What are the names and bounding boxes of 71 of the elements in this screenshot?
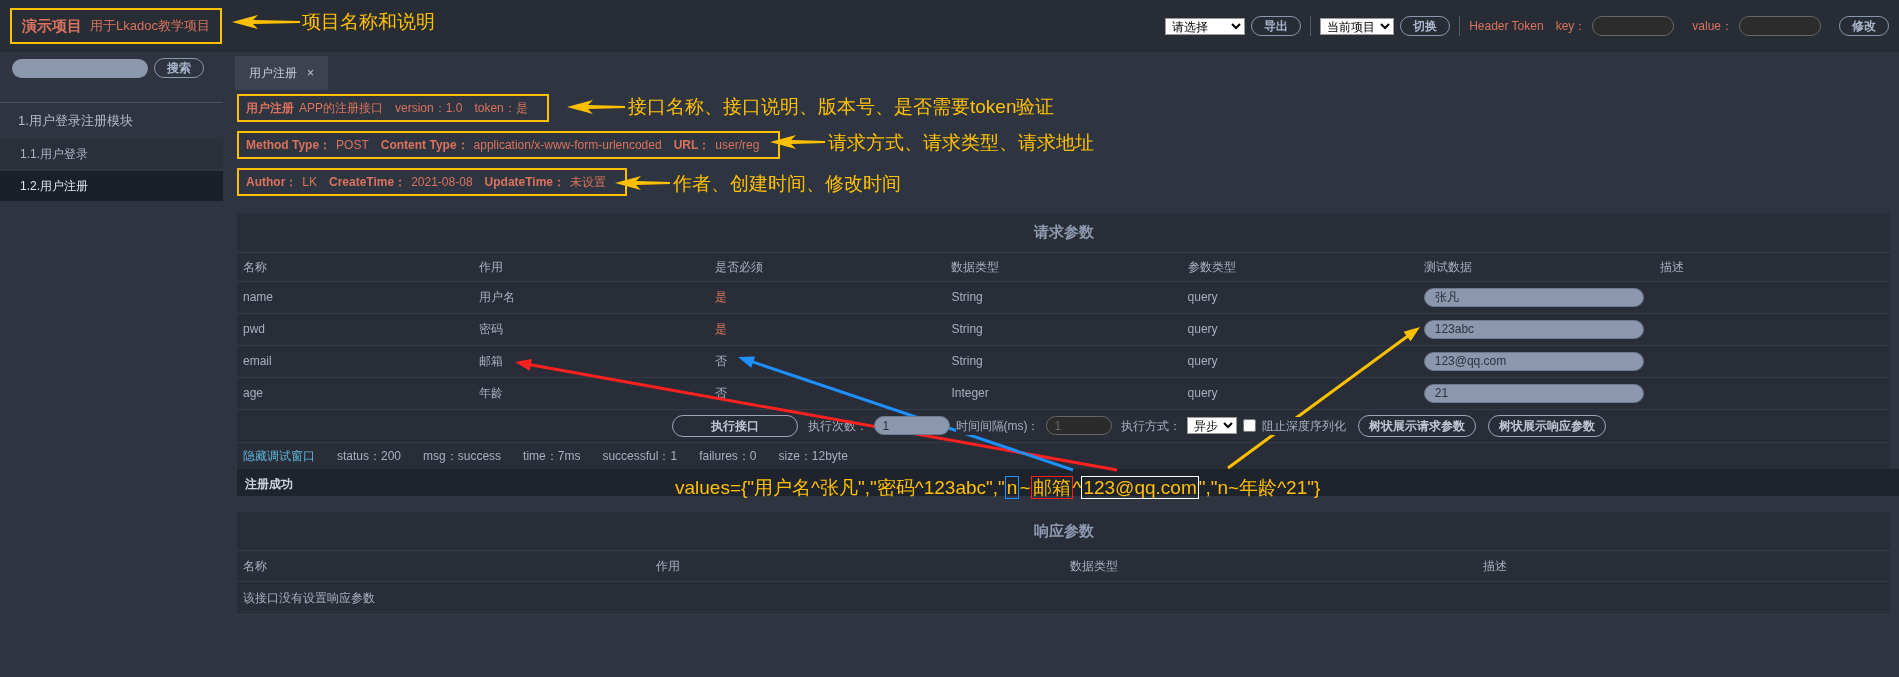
table-cell: name xyxy=(237,281,474,313)
select-dropdown[interactable]: 请选择 xyxy=(1165,17,1246,35)
value-label: value： xyxy=(1692,18,1733,35)
table-cell: 用户名 xyxy=(473,281,710,313)
header-token-label: Header Token xyxy=(1469,18,1544,35)
mode-dropdown[interactable]: 异步 xyxy=(1186,417,1237,434)
table-cell: pwd xyxy=(237,313,474,345)
status-item: failures：0 xyxy=(699,447,757,465)
count-field[interactable]: 1 xyxy=(873,416,950,435)
table-cell: 是 xyxy=(709,313,946,345)
column-header: 描述 xyxy=(1653,252,1890,281)
table-cell: age xyxy=(237,377,474,409)
table-cell: Integer xyxy=(945,377,1182,409)
column-header: 描述 xyxy=(1481,558,1508,575)
value-field[interactable] xyxy=(1739,16,1821,36)
key-label: key： xyxy=(1555,18,1587,35)
table-cell: 是 xyxy=(709,281,946,313)
status-item: successful：1 xyxy=(602,447,678,465)
status-item: size：12byte xyxy=(778,447,848,465)
checkbox-label: 阻止深度序列化 xyxy=(1261,416,1346,435)
table-cell: 年龄 xyxy=(473,377,710,409)
column-header: 名称 xyxy=(242,558,268,575)
annotation-arrow xyxy=(232,15,300,29)
panel-title: 响应参数 xyxy=(237,511,1890,551)
table-cell: query xyxy=(1181,281,1418,313)
annotation-label: 作者、创建时间、修改时间 xyxy=(673,172,901,196)
panel-title: 请求参数 xyxy=(237,213,1890,253)
table-cell: email xyxy=(237,345,474,377)
search-field[interactable] xyxy=(12,58,148,78)
project-name: 演示项目 xyxy=(22,15,82,36)
key-field[interactable] xyxy=(1592,16,1675,36)
column-header: 数据类型 xyxy=(945,252,1182,281)
checkbox[interactable] xyxy=(1242,419,1256,432)
test-data-field[interactable]: 123abc xyxy=(1423,319,1644,339)
test-data-field[interactable]: 张凡 xyxy=(1423,287,1644,307)
column-header: 是否必须 xyxy=(709,252,946,281)
mode-label: 执行方式： xyxy=(1120,417,1181,435)
column-header: 参数类型 xyxy=(1181,252,1418,281)
annotation-label: 项目名称和说明 xyxy=(302,10,435,34)
test-data-field[interactable]: 21 xyxy=(1423,383,1644,403)
sidebar-item[interactable]: 1.2.用户注册 xyxy=(0,170,223,201)
table-cell: String xyxy=(945,345,1182,377)
table-cell: String xyxy=(945,313,1182,345)
annotation-arrow xyxy=(567,100,625,114)
status-item: time：7ms xyxy=(523,447,581,465)
table-cell: query xyxy=(1181,345,1418,377)
annotation-label: 接口名称、接口说明、版本号、是否需要token验证 xyxy=(628,95,1055,119)
annotation-arrow xyxy=(770,135,825,149)
column-header: 测试数据 xyxy=(1417,252,1654,281)
column-header: 作用 xyxy=(655,558,682,575)
table-cell: 否 xyxy=(709,377,946,409)
annotation-arrow xyxy=(615,176,670,190)
module-item[interactable]: 1.用户登录注册模块 xyxy=(0,102,223,139)
project-description: 用于Lkadoc教学项目 xyxy=(90,17,210,36)
annotation-label: 请求方式、请求类型、请求地址 xyxy=(828,131,1094,155)
sidebar-item[interactable]: 1.1.用户登录 xyxy=(0,138,223,169)
close-icon[interactable]: × xyxy=(307,64,314,82)
column-header: 名称 xyxy=(237,252,474,281)
empty-message: 该接口没有设置响应参数 xyxy=(237,582,1890,615)
table-cell: query xyxy=(1181,377,1418,409)
status-item: status：200 xyxy=(337,447,402,465)
toggle-link[interactable]: 隐藏调试窗口 xyxy=(243,446,315,465)
project-dropdown[interactable]: 当前项目 xyxy=(1320,17,1395,35)
status-item: msg：success xyxy=(423,447,502,465)
tab[interactable]: 用户注册 × xyxy=(235,56,328,90)
test-data-field[interactable]: 123@qq.com xyxy=(1423,351,1644,371)
annotation-text: values={"用户名^张凡","密码^123abc","n~邮箱^123@qq.com","n~年龄^21"} xyxy=(675,476,1321,500)
table-cell: String xyxy=(945,281,1182,313)
table-cell: 密码 xyxy=(473,313,710,345)
column-header: 作用 xyxy=(473,252,710,281)
column-header: 数据类型 xyxy=(1068,558,1119,575)
